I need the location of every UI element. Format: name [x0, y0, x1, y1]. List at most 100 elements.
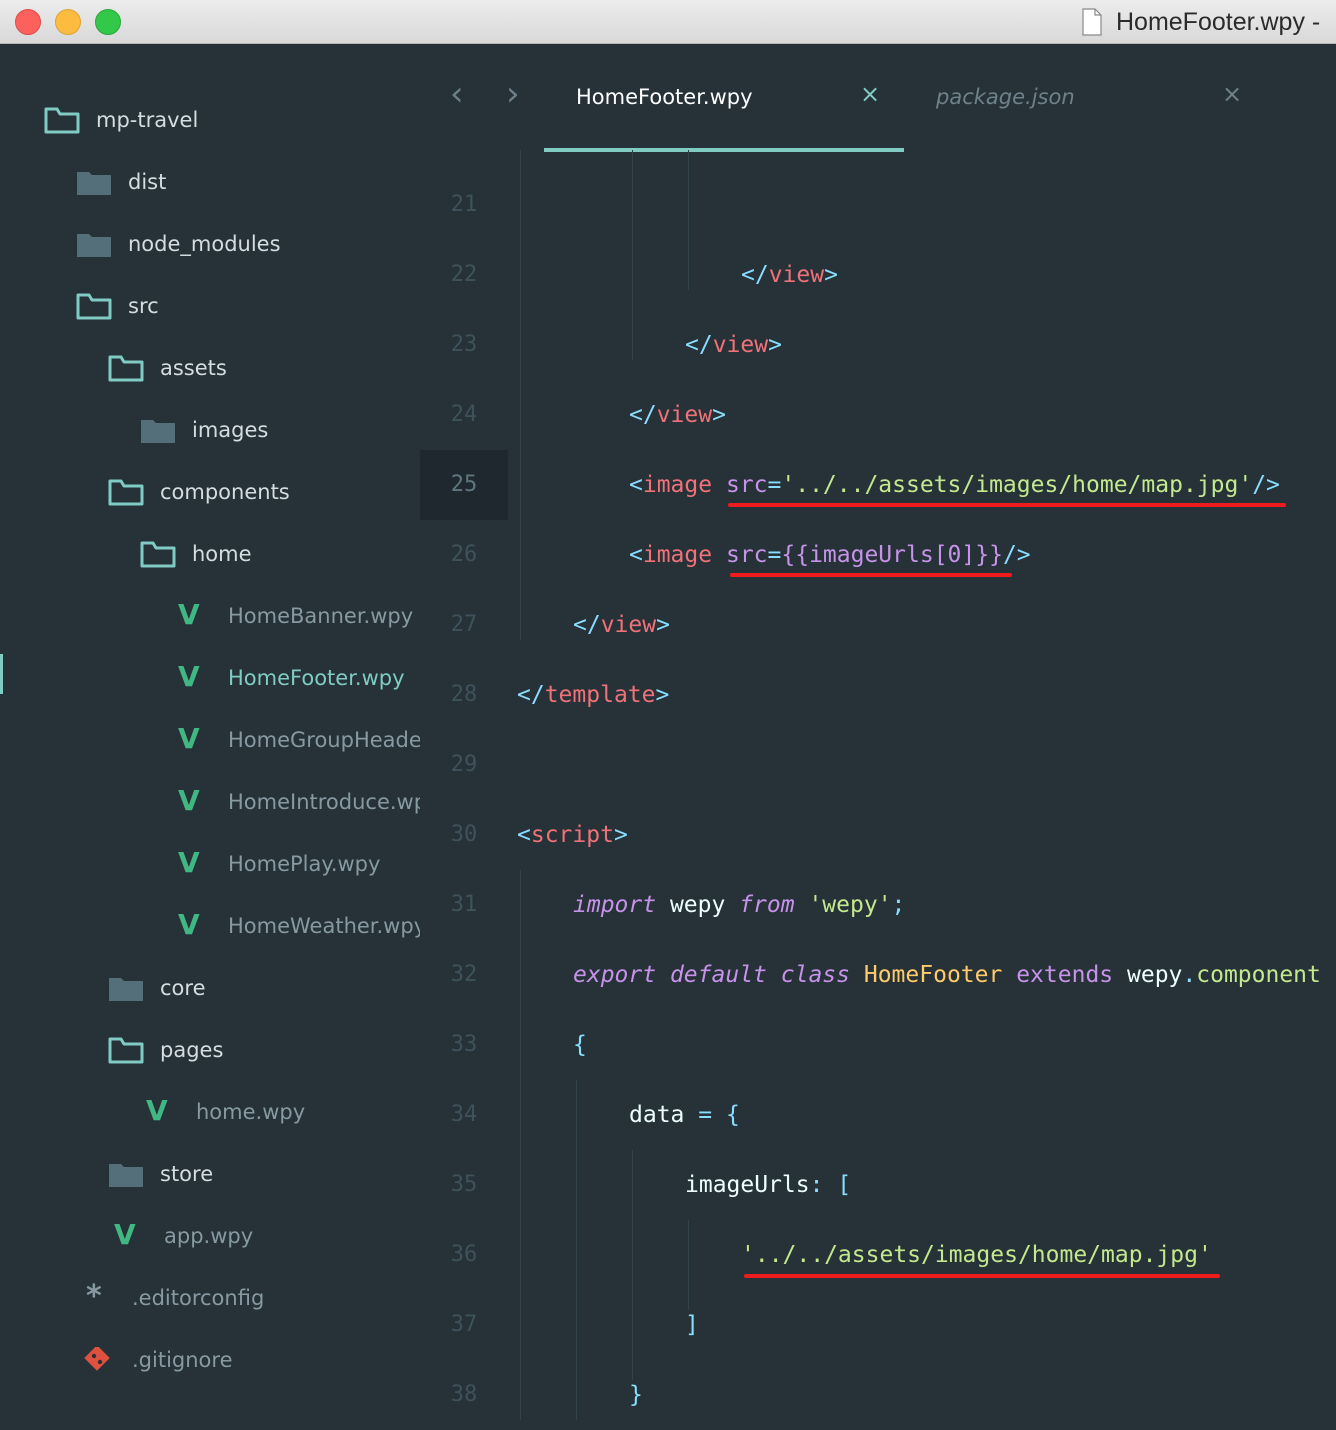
tree-item-node-modules[interactable]: node_modules	[76, 224, 281, 264]
folder-icon	[77, 172, 111, 195]
line-number: 24	[450, 402, 478, 427]
tree-item-label: home	[192, 542, 252, 566]
indent-guide	[688, 150, 689, 290]
indent-guide	[632, 1150, 633, 1380]
tree-item-homeplay-wpy[interactable]: V HomePlay.wpy	[176, 844, 380, 884]
tree-item-home[interactable]: home	[140, 534, 252, 574]
tree-item-label: pages	[160, 1038, 224, 1062]
tree-item-label: core	[160, 976, 206, 1000]
vue-file-icon: V	[178, 846, 200, 879]
tree-item-homebanner-wpy[interactable]: V HomeBanner.wpy	[176, 596, 413, 636]
tree-item-label: home.wpy	[196, 1100, 306, 1124]
tree-item-label: .editorconfig	[132, 1286, 265, 1310]
tree-item-homeintroduce-wpy[interactable]: V HomeIntroduce.wpy	[176, 782, 420, 822]
line-number: 36	[450, 1242, 478, 1267]
tree-item-icon: V	[112, 1218, 150, 1251]
tree-item-components[interactable]: components	[108, 472, 290, 512]
tree-item-src[interactable]: src	[76, 286, 159, 326]
code-line-28: </template>	[517, 682, 670, 708]
line-number: 37	[450, 1312, 478, 1337]
project-tree: mp-travel dist node_modulessrc assets images…	[0, 44, 420, 1420]
git-icon	[84, 1347, 110, 1371]
tree-item-icon: V	[176, 846, 214, 879]
line-number: 35	[450, 1172, 478, 1197]
active-file-indicator	[0, 654, 3, 694]
tree-item-dist[interactable]: dist	[76, 162, 166, 202]
tree-item-icon	[108, 477, 146, 507]
vue-file-icon: V	[178, 660, 200, 693]
tree-item-mp-travel[interactable]: mp-travel	[44, 100, 198, 140]
nav-back-button[interactable]: ‹	[450, 74, 464, 114]
tree-item-icon: V	[176, 598, 214, 631]
code-line-24: </view>	[629, 402, 726, 428]
folder-open-icon	[108, 1037, 144, 1064]
code-editor[interactable]: </view> </view> </view> <image src='../.…	[508, 150, 1336, 1420]
tree-item-label: mp-travel	[96, 108, 199, 132]
tree-item-icon	[140, 539, 178, 569]
tab-package-json[interactable]: package.json ×	[904, 44, 1264, 152]
indent-guide	[632, 150, 633, 360]
vue-file-icon: V	[114, 1218, 136, 1251]
tree-item-app-wpy[interactable]: Vapp.wpy	[112, 1216, 253, 1256]
tab-label: HomeFooter.wpy	[576, 85, 753, 109]
tree-item-label: node_modules	[128, 232, 281, 256]
tree-item-home-wpy[interactable]: Vhome.wpy	[144, 1092, 305, 1132]
tab-homefooter[interactable]: HomeFooter.wpy ×	[544, 44, 904, 152]
line-number: 29	[450, 752, 478, 777]
tree-item-label: HomeGroupHeader.	[228, 728, 420, 752]
minimize-window-button[interactable]	[55, 9, 81, 35]
tree-item-editorconfig[interactable]: * .editorconfig	[80, 1278, 264, 1318]
tree-item-store[interactable]: store	[108, 1154, 213, 1194]
folder-icon	[109, 1164, 143, 1187]
tree-item-icon	[44, 105, 82, 135]
tree-item-icon	[108, 973, 146, 1003]
tab-bar: ‹ › HomeFooter.wpy × package.json ×	[420, 44, 1336, 152]
folder-open-icon	[76, 293, 112, 320]
tree-item-label: store	[160, 1162, 214, 1186]
tree-item-assets[interactable]: assets	[108, 348, 227, 388]
line-number: 34	[450, 1102, 478, 1127]
close-tab-icon[interactable]: ×	[860, 80, 880, 108]
indent-guide	[520, 870, 521, 1420]
tree-item-icon	[76, 229, 114, 259]
code-line-26: <image src={{imageUrls[0]}}/>	[629, 542, 1031, 568]
line-number: 28	[450, 682, 478, 707]
nav-forward-button[interactable]: ›	[506, 74, 520, 114]
tree-item-icon: *	[80, 1279, 118, 1314]
tab-label: package.json	[936, 85, 1075, 109]
code-line-33: {	[573, 1032, 587, 1058]
tree-item-label: assets	[160, 356, 227, 380]
tree-item-core[interactable]: core	[108, 968, 206, 1008]
tree-item-homegroupheader[interactable]: V HomeGroupHeader.	[176, 720, 420, 760]
close-tab-icon[interactable]: ×	[1222, 80, 1242, 108]
tree-item-homeweather-wpy[interactable]: V HomeWeather.wpy	[176, 906, 420, 946]
indent-guide	[520, 150, 521, 640]
folder-open-icon	[140, 541, 176, 568]
line-number: 25	[420, 450, 508, 520]
tree-item-icon: V	[176, 908, 214, 941]
code-line-25: <image src='../../assets/images/home/map…	[629, 472, 1280, 498]
indent-guide	[576, 1080, 577, 1420]
tree-item-label: HomeFooter.wpy	[228, 666, 405, 690]
tree-item-label: HomePlay.wpy	[228, 852, 381, 876]
tree-item-icon	[108, 353, 146, 383]
tree-item-label: images	[192, 418, 269, 442]
tree-item-homefooter-wpy[interactable]: V HomeFooter.wpy	[176, 658, 405, 698]
line-number: 23	[450, 332, 478, 357]
vue-file-icon: V	[178, 784, 200, 817]
document-icon	[1082, 8, 1102, 36]
line-number: 30	[450, 822, 478, 847]
code-line-30: <script>	[517, 822, 628, 848]
close-window-button[interactable]	[15, 9, 41, 35]
tree-item-images[interactable]: images	[140, 410, 268, 450]
vue-file-icon: V	[146, 1094, 168, 1127]
vue-file-icon: V	[178, 908, 200, 941]
code-line-31: import wepy from 'wepy';	[573, 892, 906, 918]
tree-item-gitignore[interactable]: .gitignore	[80, 1340, 233, 1380]
line-number: 27	[450, 612, 478, 637]
code-line-38: }	[629, 1382, 643, 1408]
maximize-window-button[interactable]	[95, 9, 121, 35]
tree-item-pages[interactable]: pages	[108, 1030, 223, 1070]
folder-open-icon	[108, 479, 144, 506]
tree-item-icon: V	[176, 784, 214, 817]
